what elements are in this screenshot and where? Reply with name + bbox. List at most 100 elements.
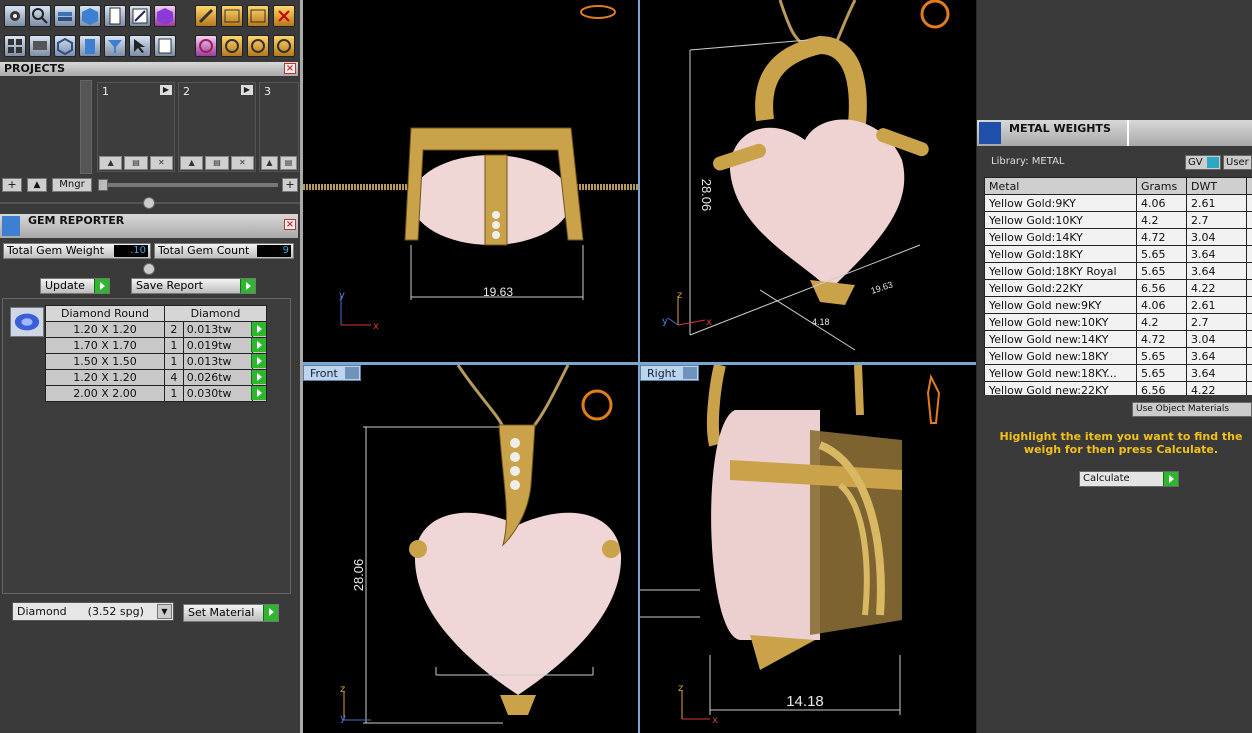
brush-tool-icon[interactable] bbox=[195, 5, 217, 27]
report-icon[interactable] bbox=[154, 35, 176, 57]
import-icon[interactable] bbox=[221, 5, 243, 27]
project-slot[interactable]: 2 ▶ ▲ ▤ ✕ bbox=[178, 82, 256, 172]
column-header[interactable]: Grams bbox=[1136, 177, 1187, 195]
ring-orientation-icon[interactable] bbox=[920, 0, 950, 29]
project-slot[interactable]: 3 ▲ ▤ bbox=[259, 82, 299, 172]
gem-cube-icon[interactable] bbox=[154, 5, 176, 27]
project-slot[interactable]: 1 ▶ ▲ ▤ ✕ bbox=[97, 82, 175, 172]
table-row[interactable]: Yellow Gold:10KY 4.2 2.7 bbox=[984, 211, 1252, 229]
table-row[interactable]: 1.20 X 1.20 2 0.013tw bbox=[45, 321, 267, 338]
box-icon[interactable] bbox=[79, 35, 101, 57]
monitor-icon[interactable] bbox=[29, 35, 51, 57]
table-row[interactable]: Yellow Gold:9KY 4.06 2.61 bbox=[984, 194, 1252, 212]
wireframe-cube-icon[interactable] bbox=[54, 35, 76, 57]
up-icon[interactable]: ▲ bbox=[261, 156, 278, 170]
cube-icon[interactable] bbox=[79, 5, 101, 27]
go-arrow-icon[interactable] bbox=[240, 279, 255, 293]
table-row[interactable]: 2.00 X 2.00 1 0.030tw bbox=[45, 385, 267, 402]
rotate-icon[interactable] bbox=[195, 35, 217, 57]
close-icon[interactable]: × bbox=[284, 219, 296, 230]
go-arrow-icon[interactable] bbox=[251, 354, 266, 368]
table-row[interactable]: Yellow Gold:22KY 6.56 4.22 bbox=[984, 279, 1252, 297]
document-icon[interactable] bbox=[104, 5, 126, 27]
close-icon[interactable]: ✕ bbox=[149, 156, 173, 170]
up-project-button[interactable]: ▲ bbox=[27, 178, 47, 192]
play-icon[interactable]: ▶ bbox=[160, 85, 172, 95]
gem-list-area: Diamond Round Diamond 1.20 X 1.20 2 0.013t… bbox=[2, 298, 291, 594]
table-row[interactable]: Yellow Gold new:14KY 4.72 3.04 bbox=[984, 330, 1252, 348]
layers-icon[interactable] bbox=[54, 5, 76, 27]
go-arrow-icon[interactable] bbox=[251, 322, 266, 336]
go-arrow-icon[interactable] bbox=[251, 386, 266, 400]
up-icon[interactable]: ▲ bbox=[180, 156, 204, 170]
edit-icon[interactable] bbox=[129, 5, 151, 27]
ring-orientation-icon[interactable] bbox=[926, 373, 941, 424]
close-icon[interactable]: ✕ bbox=[230, 156, 254, 170]
table-row[interactable]: Yellow Gold new:22KY 6.56 4.22 bbox=[984, 381, 1252, 395]
table-row[interactable]: 1.20 X 1.20 4 0.026tw bbox=[45, 369, 267, 386]
column-header-extra bbox=[1246, 177, 1252, 195]
go-arrow-icon[interactable] bbox=[94, 279, 109, 293]
collapse-icon[interactable] bbox=[143, 197, 155, 209]
export-icon[interactable] bbox=[247, 5, 269, 27]
add-project-button[interactable]: + bbox=[2, 178, 22, 192]
save-report-button[interactable]: Save Report bbox=[131, 278, 256, 294]
play-icon[interactable]: ▶ bbox=[241, 85, 253, 95]
gv-toggle[interactable]: GV bbox=[1185, 155, 1221, 170]
metal-metal-cell: Yellow Gold new:22KY bbox=[984, 381, 1137, 395]
column-header[interactable]: Metal bbox=[984, 177, 1137, 195]
save-icon[interactable]: ▤ bbox=[124, 156, 148, 170]
manager-button[interactable]: Mngr bbox=[52, 178, 92, 192]
extra-cell bbox=[1246, 347, 1252, 365]
filter-icon[interactable] bbox=[104, 35, 126, 57]
viewport-front[interactable]: 28.06 z y Front bbox=[303, 365, 638, 733]
table-row[interactable]: Yellow Gold:18KY 5.65 3.64 bbox=[984, 245, 1252, 263]
table-row[interactable]: Yellow Gold new:18KY 5.65 3.64 bbox=[984, 347, 1252, 365]
slider-handle[interactable] bbox=[98, 179, 108, 191]
column-header[interactable]: DWT bbox=[1186, 177, 1247, 195]
table-row[interactable]: Yellow Gold new:9KY 4.06 2.61 bbox=[984, 296, 1252, 314]
settings-icon[interactable] bbox=[4, 5, 26, 27]
go-arrow-icon[interactable] bbox=[1163, 472, 1178, 486]
go-arrow-icon[interactable] bbox=[251, 370, 266, 384]
calculate-button[interactable]: Calculate bbox=[1079, 471, 1179, 487]
zoom-slider[interactable] bbox=[98, 183, 278, 187]
ring-orientation-icon[interactable] bbox=[580, 5, 616, 19]
table-row[interactable]: 1.50 X 1.50 1 0.013tw bbox=[45, 353, 267, 370]
update-button[interactable]: Update bbox=[40, 278, 110, 294]
use-object-materials-button[interactable]: Use Object Materials bbox=[1132, 402, 1252, 417]
chevron-down-icon[interactable] bbox=[682, 367, 697, 379]
go-arrow-icon[interactable] bbox=[251, 338, 266, 352]
chevron-down-icon[interactable] bbox=[344, 367, 359, 379]
view-selector-right[interactable]: Right bbox=[640, 365, 699, 381]
table-row[interactable]: 1.70 X 1.70 1 0.019tw bbox=[45, 337, 267, 354]
view-selector-front[interactable]: Front bbox=[303, 365, 361, 381]
material-select[interactable]: Diamond (3.52 spg) bbox=[12, 602, 174, 621]
go-arrow-icon[interactable] bbox=[263, 605, 278, 621]
search-icon[interactable] bbox=[29, 5, 51, 27]
up-icon[interactable]: ▲ bbox=[99, 156, 123, 170]
scale-icon[interactable] bbox=[247, 35, 269, 57]
table-row[interactable]: Yellow Gold:18KY Royal 5.65 3.64 bbox=[984, 262, 1252, 280]
ring-orientation-icon[interactable] bbox=[581, 389, 613, 421]
projects-scrollbar[interactable] bbox=[80, 80, 92, 174]
set-material-button[interactable]: Set Material bbox=[183, 604, 279, 622]
table-row[interactable]: Yellow Gold new:10KY 4.2 2.7 bbox=[984, 313, 1252, 331]
transform-icon[interactable] bbox=[273, 35, 295, 57]
table-row[interactable]: Yellow Gold new:18KY... 5.65 3.64 bbox=[984, 364, 1252, 382]
select-tool-icon[interactable] bbox=[129, 35, 151, 57]
user-toggle[interactable]: User bbox=[1223, 155, 1252, 170]
table-row[interactable]: Yellow Gold:14KY 4.72 3.04 bbox=[984, 228, 1252, 246]
viewport-right[interactable]: 14.18 z x Right bbox=[640, 365, 976, 733]
close-icon[interactable]: × bbox=[284, 63, 296, 74]
chevron-down-icon[interactable]: ▼ bbox=[157, 604, 172, 619]
viewport-top[interactable]: 19.63 y x bbox=[303, 0, 638, 362]
save-icon[interactable]: ▤ bbox=[205, 156, 229, 170]
move-icon[interactable] bbox=[221, 35, 243, 57]
grid-layout-icon[interactable] bbox=[4, 35, 26, 57]
save-icon[interactable]: ▤ bbox=[280, 156, 297, 170]
zoom-in-button[interactable]: + bbox=[282, 178, 298, 192]
delete-icon[interactable] bbox=[273, 5, 295, 27]
viewport-perspective[interactable]: 28.06 19.63 4.18 z x y bbox=[640, 0, 976, 362]
collapse-icon[interactable] bbox=[143, 263, 155, 275]
